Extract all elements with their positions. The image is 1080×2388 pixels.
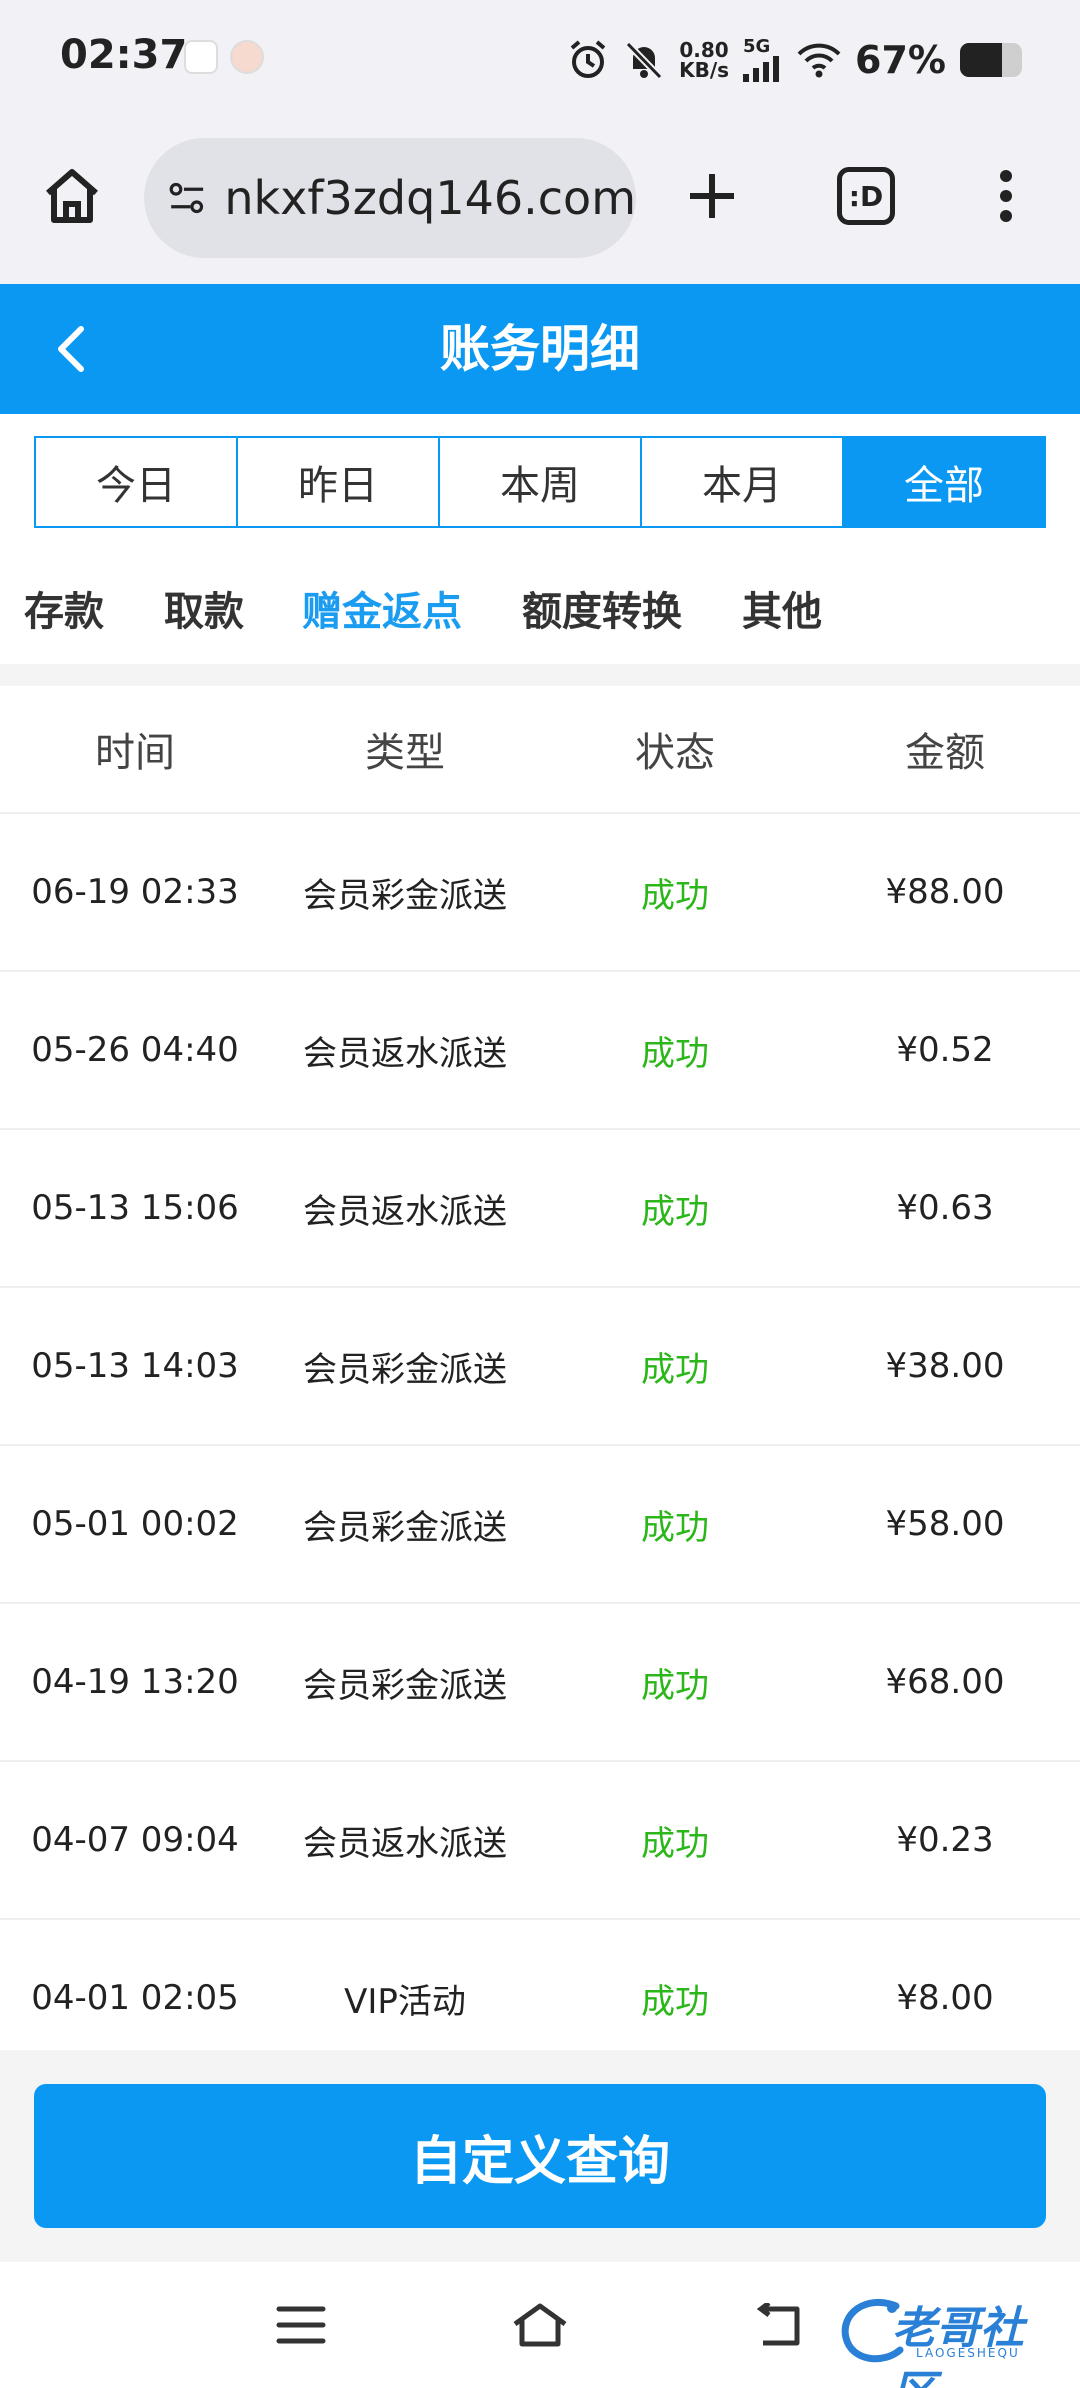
site-settings-icon[interactable] bbox=[168, 176, 206, 220]
transactions-table: 时间 类型 状态 金额 06-19 02:33 会员彩金派送 成功 ¥88.00… bbox=[0, 686, 1080, 2078]
section-divider bbox=[0, 664, 1080, 686]
cell-status: 成功 bbox=[641, 1349, 709, 1390]
cell-time: 05-01 00:02 bbox=[31, 1504, 239, 1544]
table-row: 06-19 02:33 会员彩金派送 成功 ¥88.00 bbox=[0, 814, 1080, 972]
cell-status: 成功 bbox=[641, 1665, 709, 1706]
cell-type: 会员返水派送 bbox=[303, 1191, 507, 1232]
cell-type: 会员彩金派送 bbox=[303, 1665, 507, 1706]
status-time: 02:37 bbox=[60, 32, 188, 78]
column-header-type: 类型 bbox=[365, 730, 445, 776]
cell-amount: ¥38.00 bbox=[885, 1346, 1005, 1386]
browser-home-button[interactable] bbox=[36, 160, 108, 232]
cell-type: 会员彩金派送 bbox=[303, 875, 507, 916]
category-tab-other[interactable]: 其他 bbox=[742, 572, 822, 652]
cell-amount: ¥58.00 bbox=[885, 1504, 1005, 1544]
status-bar: 02:37 0.80 KB/s 5G 67% bbox=[0, 0, 1080, 120]
cell-amount: ¥88.00 bbox=[885, 872, 1005, 912]
cell-status: 成功 bbox=[641, 1823, 709, 1864]
cell-type: 会员彩金派送 bbox=[303, 1507, 507, 1548]
cell-status: 成功 bbox=[641, 1033, 709, 1074]
period-tab-this-month[interactable]: 本月 bbox=[642, 438, 844, 526]
home-outline-icon bbox=[513, 2303, 567, 2347]
back-button[interactable] bbox=[36, 314, 106, 384]
period-tab-all[interactable]: 全部 bbox=[844, 438, 1044, 526]
category-tabs: 存款 取款 赠金返点 额度转换 其他 bbox=[0, 572, 1080, 652]
cell-amount: ¥0.23 bbox=[896, 1820, 994, 1860]
cell-type: 会员彩金派送 bbox=[303, 1349, 507, 1390]
custom-query-button[interactable]: 自定义查询 bbox=[34, 2084, 1046, 2228]
status-right-group: 0.80 KB/s 5G 67% bbox=[567, 34, 1022, 86]
back-arrow-icon bbox=[756, 2303, 800, 2346]
period-tab-this-week[interactable]: 本周 bbox=[440, 438, 642, 526]
browser-toolbar: nkxf3zdq146.com :D bbox=[0, 120, 1080, 284]
battery-icon bbox=[960, 43, 1022, 77]
cell-status: 成功 bbox=[641, 875, 709, 916]
table-row: 05-13 14:03 会员彩金派送 成功 ¥38.00 bbox=[0, 1288, 1080, 1446]
more-vert-icon bbox=[1000, 170, 1012, 222]
table-row: 05-26 04:40 会员返水派送 成功 ¥0.52 bbox=[0, 972, 1080, 1130]
url-text: nkxf3zdq146.com bbox=[224, 171, 636, 225]
nav-back-button[interactable] bbox=[744, 2290, 814, 2360]
notification-avatar-icon bbox=[230, 40, 264, 74]
cell-time: 06-19 02:33 bbox=[31, 872, 239, 912]
cell-time: 05-13 15:06 bbox=[31, 1188, 239, 1228]
table-row: 04-19 13:20 会员彩金派送 成功 ¥68.00 bbox=[0, 1604, 1080, 1762]
tab-count: :D bbox=[837, 167, 895, 225]
app-header: 账务明细 bbox=[0, 284, 1080, 414]
period-filter: 今日 昨日 本周 本月 全部 bbox=[34, 436, 1046, 528]
cell-time: 04-19 13:20 bbox=[31, 1662, 239, 1702]
wifi-icon bbox=[797, 43, 841, 78]
nav-recents-button[interactable] bbox=[266, 2290, 336, 2360]
plus-icon bbox=[690, 174, 734, 218]
watermark-subtext: LAOGESHEQU bbox=[916, 2346, 1020, 2360]
nav-home-button[interactable] bbox=[505, 2290, 575, 2360]
table-row: 05-13 15:06 会员返水派送 成功 ¥0.63 bbox=[0, 1130, 1080, 1288]
category-tab-deposit[interactable]: 存款 bbox=[24, 572, 104, 652]
cellular-signal: 5G bbox=[743, 38, 783, 82]
column-header-status: 状态 bbox=[635, 730, 715, 776]
table-header: 时间 类型 状态 金额 bbox=[0, 686, 1080, 814]
cell-type: 会员返水派送 bbox=[303, 1033, 507, 1074]
cell-amount: ¥68.00 bbox=[885, 1662, 1005, 1702]
cell-status: 成功 bbox=[641, 1507, 709, 1548]
table-row: 04-07 09:04 会员返水派送 成功 ¥0.23 bbox=[0, 1762, 1080, 1920]
notification-app-icon bbox=[184, 40, 218, 74]
query-footer: 自定义查询 bbox=[0, 2050, 1080, 2262]
cell-status: 成功 bbox=[641, 1191, 709, 1232]
period-tab-yesterday[interactable]: 昨日 bbox=[238, 438, 440, 526]
chevron-left-icon bbox=[58, 326, 84, 372]
cell-amount: ¥0.52 bbox=[896, 1030, 994, 1070]
browser-menu-button[interactable] bbox=[970, 160, 1042, 232]
cell-amount: ¥0.63 bbox=[896, 1188, 994, 1228]
battery-fill bbox=[960, 43, 1002, 77]
category-tab-bonus-rebate[interactable]: 赠金返点 bbox=[302, 572, 462, 652]
bell-muted-icon bbox=[625, 41, 663, 80]
category-tab-withdraw[interactable]: 取款 bbox=[164, 572, 244, 652]
watermark-text: 老哥社区 bbox=[892, 2303, 1024, 2388]
menu-icon bbox=[276, 2306, 326, 2344]
signal-bars-icon bbox=[743, 56, 780, 82]
network-speed: 0.80 KB/s bbox=[679, 38, 730, 82]
tab-switcher-button[interactable]: :D bbox=[830, 160, 902, 232]
home-icon bbox=[46, 169, 98, 223]
cell-time: 04-07 09:04 bbox=[31, 1820, 239, 1860]
period-tab-today[interactable]: 今日 bbox=[36, 438, 238, 526]
battery-percent: 67% bbox=[855, 38, 946, 82]
column-header-time: 时间 bbox=[95, 730, 175, 776]
new-tab-button[interactable] bbox=[676, 160, 748, 232]
page-title: 账务明细 bbox=[440, 320, 640, 378]
address-bar[interactable]: nkxf3zdq146.com bbox=[144, 138, 636, 258]
watermark-logo: 老哥社区 LAOGESHEQU bbox=[836, 2292, 1066, 2388]
column-header-amount: 金额 bbox=[905, 730, 985, 776]
cell-time: 05-13 14:03 bbox=[31, 1346, 239, 1386]
table-row: 05-01 00:02 会员彩金派送 成功 ¥58.00 bbox=[0, 1446, 1080, 1604]
system-nav-bar: 老哥社区 LAOGESHEQU bbox=[0, 2262, 1080, 2388]
cell-type: 会员返水派送 bbox=[303, 1823, 507, 1864]
cell-time: 05-26 04:40 bbox=[31, 1030, 239, 1070]
alarm-icon bbox=[570, 40, 606, 78]
category-tab-transfer[interactable]: 额度转换 bbox=[522, 572, 682, 652]
